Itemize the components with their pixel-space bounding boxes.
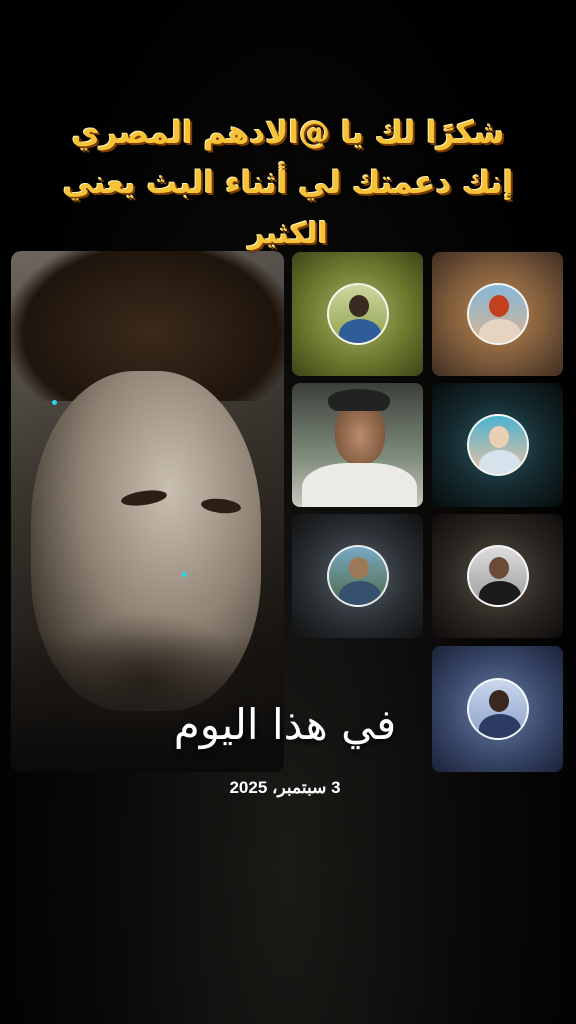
sparkle-dot xyxy=(52,400,57,405)
caption-line-1: شكرًا لك يا @الادهم المصري xyxy=(71,115,505,151)
supporter-photo-3 xyxy=(292,383,423,507)
supporter-tile-2 xyxy=(432,252,563,376)
memory-date: 3 سبتمبر، 2025 xyxy=(229,778,341,797)
caption-line-3: الكثير xyxy=(248,216,328,250)
supporter-tile-7 xyxy=(432,646,563,772)
avatar xyxy=(326,283,389,345)
avatar xyxy=(466,283,529,345)
avatar xyxy=(466,414,529,476)
video-background: شكرًا لك يا @الادهم المصري إنك دعمتك لي … xyxy=(0,0,576,1024)
on-this-day-label: في هذا اليوم xyxy=(173,700,397,749)
supporter-tile-1 xyxy=(292,252,423,376)
caption-line-2: إنك دعمتك لي أثناء البث يعني xyxy=(62,165,514,201)
avatar xyxy=(466,545,529,607)
supporter-tile-6 xyxy=(432,514,563,638)
supporter-tile-5 xyxy=(292,514,423,638)
main-portrait-photo xyxy=(11,251,284,772)
supporter-tile-4 xyxy=(432,383,563,507)
avatar xyxy=(326,545,389,607)
sparkle-dot xyxy=(182,572,187,577)
thank-you-caption: شكرًا لك يا @الادهم المصري إنك دعمتك لي … xyxy=(20,108,556,258)
avatar xyxy=(466,678,529,740)
